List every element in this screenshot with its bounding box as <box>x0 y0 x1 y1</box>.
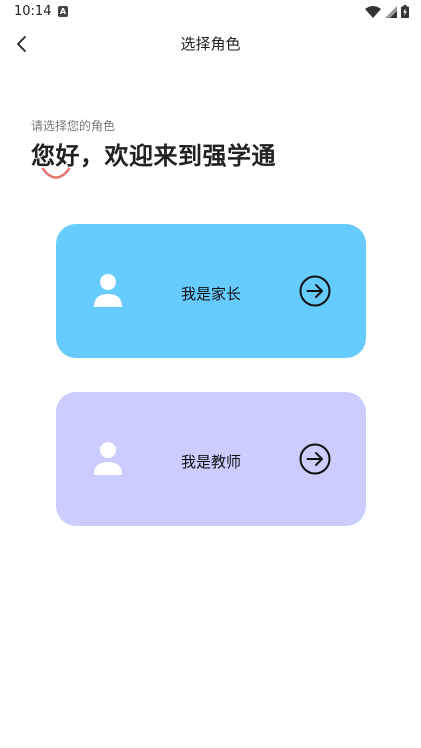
notification-icon: A <box>58 6 68 17</box>
arrow-right-circle-icon[interactable] <box>299 443 331 475</box>
role-card-teacher[interactable]: 我是教师 <box>56 392 366 526</box>
page-title: 选择角色 <box>180 35 241 53</box>
status-icons <box>365 5 409 18</box>
battery-icon <box>401 5 409 18</box>
smile-decoration-icon <box>41 167 71 179</box>
status-time: 10:14 <box>14 4 52 19</box>
wifi-icon <box>365 5 381 18</box>
signal-icon <box>385 5 397 18</box>
app-bar: 选择角色 <box>0 24 421 64</box>
role-card-parent[interactable]: 我是家长 <box>56 224 366 358</box>
status-bar: 10:14 A <box>0 0 421 24</box>
arrow-right-circle-icon[interactable] <box>299 275 331 307</box>
subtitle: 请选择您的角色 <box>31 119 116 133</box>
